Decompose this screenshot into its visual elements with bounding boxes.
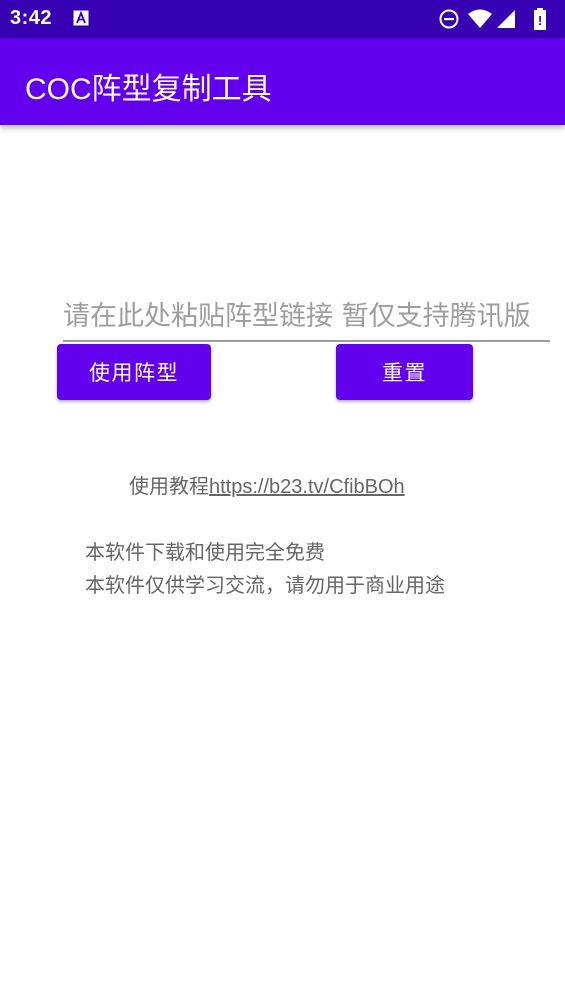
free-notice-text: 本软件下载和使用完全免费 — [85, 540, 325, 564]
svg-text:!: ! — [538, 13, 542, 28]
non-commercial-notice-text: 本软件仅供学习交流，请勿用于商业用途 — [85, 573, 445, 597]
link-input-container — [63, 296, 550, 342]
status-time: 3:42 — [10, 7, 53, 29]
use-formation-button[interactable]: 使用阵型 — [57, 344, 211, 400]
tutorial-label: 使用教程 — [129, 474, 209, 498]
reset-button[interactable]: 重置 — [336, 344, 473, 400]
app-title: COC阵型复制工具 — [25, 73, 272, 106]
status-bar: 3:42 ! — [0, 0, 565, 38]
tutorial-link[interactable]: https://b23.tv/CfibBOh — [209, 476, 405, 498]
tutorial-line: 使用教程https://b23.tv/CfibBOh — [129, 470, 405, 499]
formation-link-input[interactable] — [63, 296, 550, 342]
notification-a-icon — [73, 10, 89, 26]
app-bar: COC阵型复制工具 — [0, 38, 565, 125]
